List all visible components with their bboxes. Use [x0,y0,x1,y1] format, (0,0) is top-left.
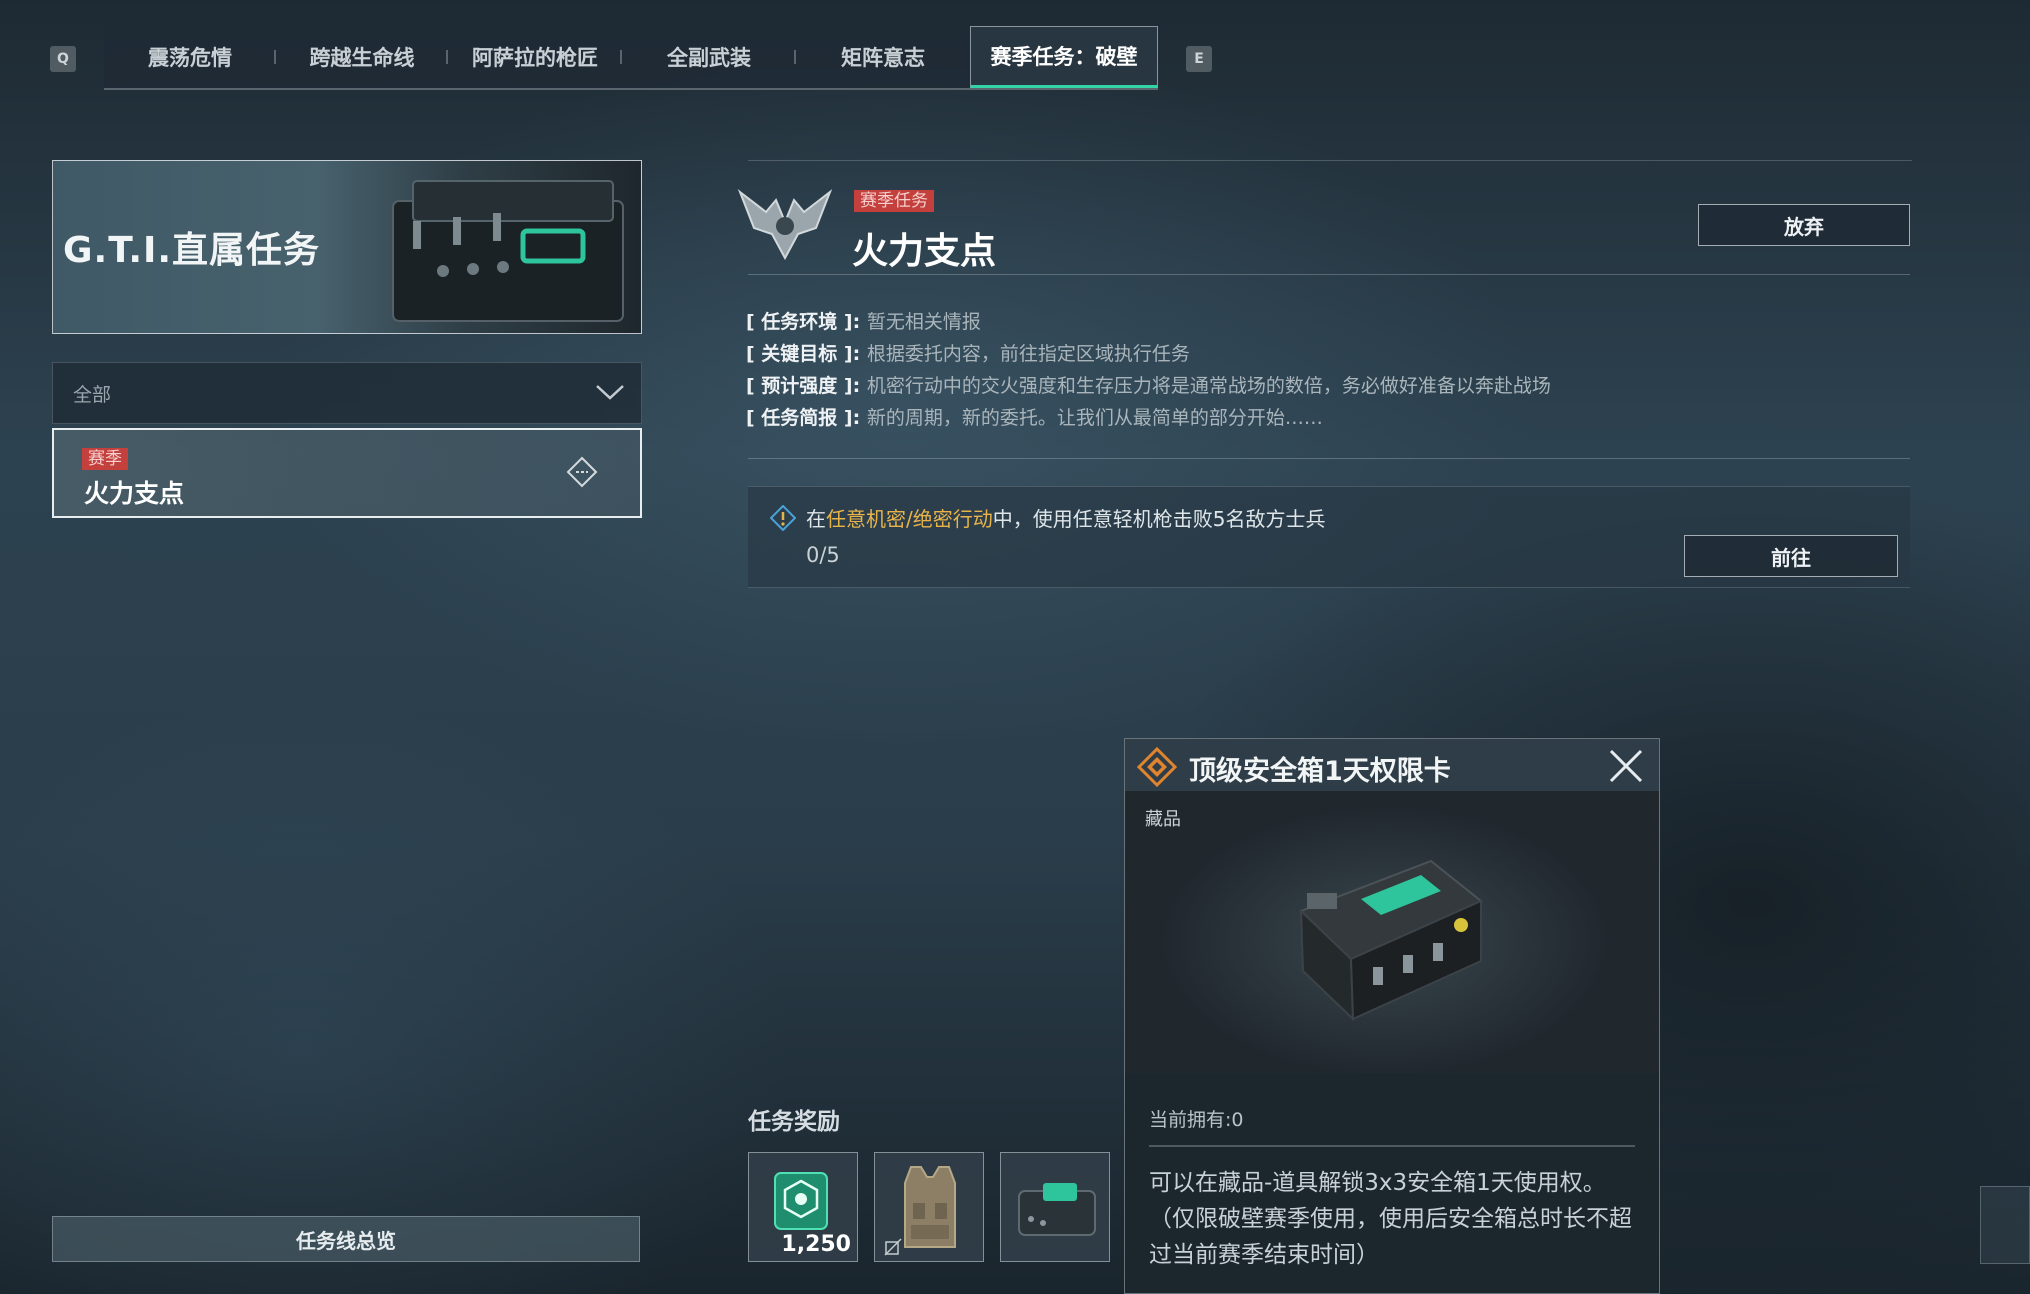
mission-title: 火力支点 [852,231,997,272]
info-key-objective: [ 关键目标 ]: 根据委托内容，前往指定区域执行任务 [746,343,1190,365]
go-button[interactable]: 前往 [1684,535,1898,577]
tab-label: 赛季任务：破壁 [990,45,1138,69]
info-label: [ 任务环境 ] [746,311,853,333]
info-value: 暂无相关情报 [866,311,981,333]
popup-header: 顶级安全箱1天权限卡 [1125,739,1659,792]
tab-5-active[interactable]: 赛季任务：破壁 [970,26,1158,88]
tactical-vest-icon [904,1166,956,1248]
info-intensity: [ 预计强度 ]: 机密行动中的交火强度和生存压力将是通常战场的数倍，务必做好准… [746,375,1551,397]
unbound-item-icon [884,1238,902,1256]
objective-alert-icon [770,505,796,531]
info-label: [ 预计强度 ] [746,375,853,397]
title-divider [748,274,1910,275]
objective-suffix: 中，使用任意轻机枪击败5名敌方士兵 [992,507,1326,531]
tab-3[interactable]: 全副武装 [622,26,796,88]
mission-item-title: 火力支点 [84,479,185,508]
popup-description: 可以在藏品-道具解锁3x3安全箱1天使用权。（仅限破壁赛季使用，使用后安全箱总时… [1149,1170,1632,1268]
info-label: [ 关键目标 ] [746,343,853,365]
popup-title: 顶级安全箱1天权限卡 [1189,756,1451,787]
tab-label: 矩阵意志 [841,46,925,70]
rewards-label: 任务奖励 [748,1109,840,1135]
eagle-emblem-icon [737,189,833,261]
tab-1[interactable]: 跨越生命线 [276,26,448,88]
popup-divider [1149,1145,1635,1147]
popup-category: 藏品 [1145,809,1181,830]
side-panel-handle[interactable] [1980,1186,2030,1264]
tab-label: 震荡危情 [148,46,232,70]
abandon-button[interactable]: 放弃 [1698,204,1910,246]
mission-info-list: [ 任务环境 ]: 暂无相关情报 [ 关键目标 ]: 根据委托内容，前往指定区域… [746,306,1551,434]
chevron-down-icon [596,385,624,400]
mission-list-item[interactable]: 赛季 火力支点 [52,428,642,518]
reward-slot-vest[interactable] [874,1152,984,1262]
tab-0[interactable]: 震荡危情 [104,26,276,88]
tab-bar: 震荡危情 跨越生命线 阿萨拉的枪匠 全副武装 矩阵意志 赛季任务：破壁 [104,26,1158,90]
item-detail-popup: 顶级安全箱1天权限卡 藏品 当前拥有:0 可以在藏品-道具解锁3x3安全箱1天使… [1124,738,1660,1294]
banner-title: G.T.I.直属任务 [63,230,321,271]
currency-badge-icon [774,1172,828,1230]
tab-next-key[interactable]: E [1186,46,1212,72]
season-mission-tag: 赛季任务 [854,190,934,212]
info-briefing: [ 任务简报 ]: 新的周期，新的委托。让我们从最简单的部分开始…… [746,407,1323,429]
objective-highlight: 任意机密/绝密行动 [826,507,993,531]
popup-item-preview: 藏品 [1125,791,1659,1073]
mission-line-banner: G.T.I.直属任务 [52,160,642,334]
info-environment: [ 任务环境 ]: 暂无相关情报 [746,311,981,333]
safe-box-preview-icon [1299,859,1483,1022]
safe-box-art-icon [392,180,624,322]
panel-top-divider [748,160,1912,161]
tab-label: 全副武装 [667,46,751,70]
popup-owned-count: 当前拥有:0 [1149,1109,1244,1131]
reward-slot-currency[interactable]: 1,250 [748,1152,858,1262]
tab-4[interactable]: 矩阵意志 [796,26,970,88]
info-value: 新的周期，新的委托。让我们从最简单的部分开始…… [866,407,1323,429]
tab-2[interactable]: 阿萨拉的枪匠 [448,26,622,88]
objective-panel: 在任意机密/绝密行动中，使用任意轻机枪击败5名敌方士兵 0/5 前往 [748,486,1910,588]
info-value: 根据委托内容，前往指定区域执行任务 [866,343,1190,365]
objective-progress: 0/5 [806,543,840,567]
info-divider [748,458,1910,459]
info-label: [ 任务简报 ] [746,407,853,429]
mission-filter-dropdown[interactable]: 全部 [52,362,642,424]
season-tag: 赛季 [82,448,128,470]
track-diamond-icon[interactable] [566,456,598,488]
close-icon[interactable] [1607,747,1645,785]
info-value: 机密行动中的交火强度和生存压力将是通常战场的数倍，务必做好准备以奔赴战场 [866,375,1551,397]
rarity-diamond-icon [1137,747,1177,787]
objective-prefix: 在 [806,507,826,531]
objective-text: 在任意机密/绝密行动中，使用任意轻机枪击败5名敌方士兵 [806,503,1325,532]
tab-label: 阿萨拉的枪匠 [472,46,598,70]
safe-box-icon [1018,1183,1096,1236]
reward-slot-safe-box[interactable] [1000,1152,1110,1262]
filter-value: 全部 [73,383,112,406]
mission-line-overview-button[interactable]: 任务线总览 [52,1216,640,1262]
tab-prev-key[interactable]: Q [50,46,76,72]
tab-label: 跨越生命线 [309,46,415,70]
reward-count: 1,250 [781,1232,851,1257]
